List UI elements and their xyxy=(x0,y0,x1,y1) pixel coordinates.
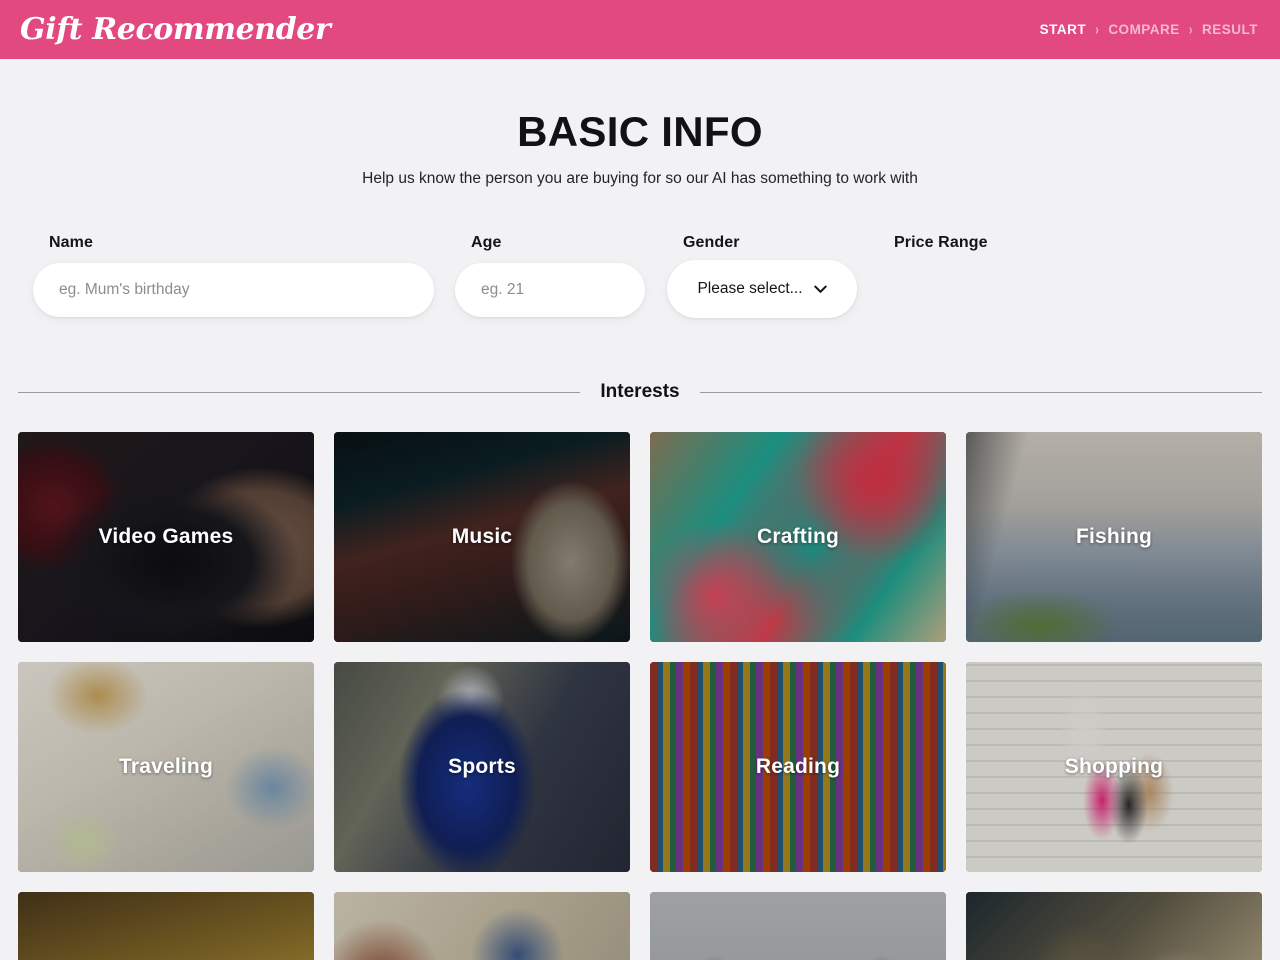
interest-card[interactable]: Sports xyxy=(334,662,630,872)
interest-card[interactable] xyxy=(966,892,1262,960)
interest-card-label: Crafting xyxy=(756,525,840,548)
price-range-field-group: Price Range xyxy=(878,234,1262,263)
price-range-label: Price Range xyxy=(894,234,988,251)
name-input[interactable] xyxy=(33,263,434,317)
interest-card-label xyxy=(966,892,1262,960)
nav-step-result[interactable]: RESULT xyxy=(1202,22,1258,37)
basic-info-form: Name Age Gender Please select... Price R… xyxy=(18,234,1262,318)
page-content: BASIC INFO Help us know the person you a… xyxy=(0,108,1280,960)
divider-rule-right xyxy=(699,391,1263,393)
nav-step-compare[interactable]: COMPARE xyxy=(1108,22,1180,37)
interest-card-label: Sports xyxy=(448,755,516,778)
step-breadcrumb: START › COMPARE › RESULT xyxy=(1040,20,1258,39)
interest-card-label xyxy=(650,892,946,960)
interest-card[interactable]: Video Games xyxy=(18,432,314,642)
interest-card-label: Reading xyxy=(755,755,841,778)
divider-rule-left xyxy=(18,391,581,393)
chevron-right-icon: › xyxy=(1095,20,1100,39)
interest-card[interactable]: Crafting xyxy=(650,432,946,642)
interests-divider: Interests xyxy=(18,381,1263,403)
interest-card[interactable] xyxy=(650,892,946,960)
interest-card-label: Shopping xyxy=(1064,755,1164,778)
interest-card[interactable]: Reading xyxy=(650,662,946,872)
interest-card-label xyxy=(18,892,314,960)
name-field-group: Name xyxy=(33,234,455,317)
interest-card[interactable]: Traveling xyxy=(18,662,314,872)
top-navbar: Gift Recommender START › COMPARE › RESUL… xyxy=(0,0,1280,59)
interest-card-label: Video Games xyxy=(98,525,234,548)
age-label: Age xyxy=(471,234,502,251)
name-label: Name xyxy=(49,234,93,251)
app-brand-logo: Gift Recommender xyxy=(20,12,331,47)
page-subtitle: Help us know the person you are buying f… xyxy=(362,170,918,187)
age-field-group: Age xyxy=(455,234,667,317)
chevron-right-icon: › xyxy=(1188,20,1193,39)
interest-card[interactable]: Music xyxy=(334,432,630,642)
page-title: BASIC INFO xyxy=(517,108,763,155)
gender-select-value: Please select... xyxy=(697,280,803,297)
interest-card[interactable] xyxy=(18,892,314,960)
interests-grid: Video Games Music Crafting Fishing Traveling… xyxy=(18,432,1262,960)
interest-card-label: Fishing xyxy=(1075,525,1153,548)
gender-select[interactable]: Please select... xyxy=(667,260,857,318)
interest-card[interactable]: Shopping xyxy=(966,662,1262,872)
chevron-down-icon xyxy=(813,285,827,293)
gender-field-group: Gender Please select... xyxy=(667,234,878,318)
gender-label: Gender xyxy=(683,234,740,251)
interest-card[interactable] xyxy=(334,892,630,960)
interest-card-label xyxy=(334,892,630,960)
nav-step-start[interactable]: START xyxy=(1040,22,1087,37)
interest-card-label: Music xyxy=(451,525,513,548)
age-input[interactable] xyxy=(455,263,645,317)
interest-card[interactable]: Fishing xyxy=(966,432,1262,642)
interest-card-label: Traveling xyxy=(118,755,213,778)
interests-section-title: Interests xyxy=(600,381,680,402)
